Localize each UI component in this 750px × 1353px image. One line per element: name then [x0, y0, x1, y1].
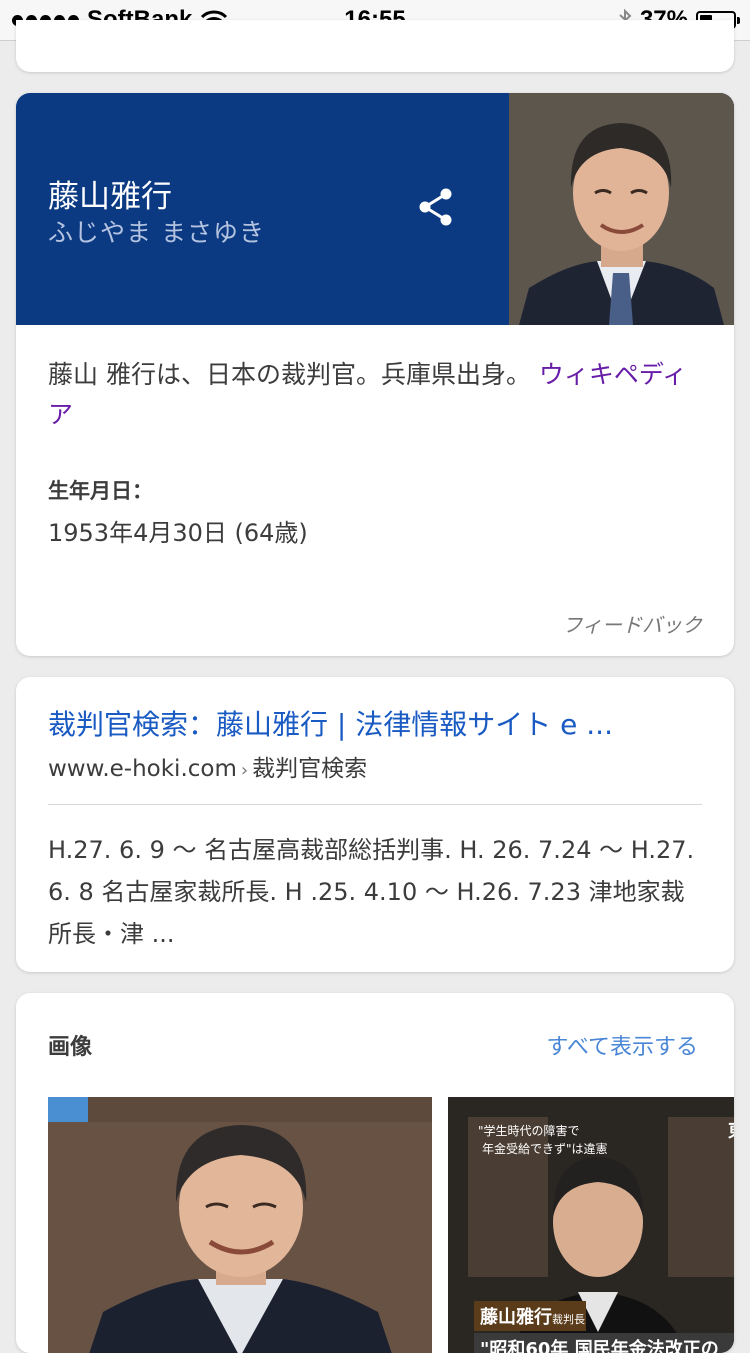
description-text: 藤山 雅行は、日本の裁判官。兵庫県出身。: [48, 360, 531, 389]
images-card: 画像 すべて表示する "学生時代の障害で 年金受給できず"は違憲 東 藤山雅行 …: [16, 993, 734, 1353]
entity-name: 藤山雅行: [48, 179, 172, 215]
news-caption-line1: "学生時代の障害で: [478, 1123, 580, 1138]
result-path: 裁判官検索: [252, 756, 368, 782]
divider: [48, 804, 702, 805]
result-domain: www.e-hoki.com: [48, 756, 237, 782]
result-snippet: H.27. 6. 9 〜 名古屋高裁部総括判事. H. 26. 7.24 〜 H…: [48, 836, 695, 948]
news-caption-line2: 年金受給できず"は違憲: [482, 1141, 608, 1156]
entity-description: 藤山 雅行は、日本の裁判官。兵庫県出身。 ウィキペディア: [48, 355, 698, 435]
entity-photo[interactable]: [509, 93, 734, 325]
news-name-label: 藤山雅行: [480, 1306, 552, 1328]
knowledge-panel-header: 藤山雅行 ふじやま まさゆき: [16, 93, 734, 325]
news-corner-label: 東: [728, 1120, 734, 1142]
share-icon[interactable]: [414, 185, 458, 229]
news-name-suffix: 裁判長: [552, 1313, 585, 1326]
result-url: www.e-hoki.com › 裁判官検索: [48, 749, 367, 783]
result-title-link[interactable]: 裁判官検索：藤山雅行 | 法律情報サイト e ...: [48, 703, 708, 743]
entity-reading: ふじやま まさゆき: [48, 218, 265, 247]
images-heading: 画像: [48, 1035, 93, 1060]
image-thumbnail-2[interactable]: "学生時代の障害で 年金受給できず"は違憲 東 藤山雅行 裁判長 "昭和60年 …: [448, 1097, 734, 1353]
news-bottom-caption: "昭和60年 国民年金法改正の: [480, 1338, 719, 1353]
previous-card: [16, 20, 734, 72]
knowledge-panel: 藤山雅行 ふじやま まさゆき 藤山 雅行は、日本の裁判官。兵庫県出身。 ウィキペ…: [16, 93, 734, 656]
birth-date-value: 1953年4月30日 (64歳): [48, 519, 308, 547]
feedback-link[interactable]: フィードバック: [562, 609, 702, 638]
image-thumbnail-1[interactable]: [48, 1097, 432, 1353]
search-result: 裁判官検索：藤山雅行 | 法律情報サイト e ... www.e-hoki.co…: [16, 677, 734, 972]
breadcrumb-separator: ›: [240, 760, 249, 781]
show-all-images-link[interactable]: すべて表示する: [546, 1029, 698, 1061]
birth-date-label: 生年月日：: [48, 479, 153, 503]
